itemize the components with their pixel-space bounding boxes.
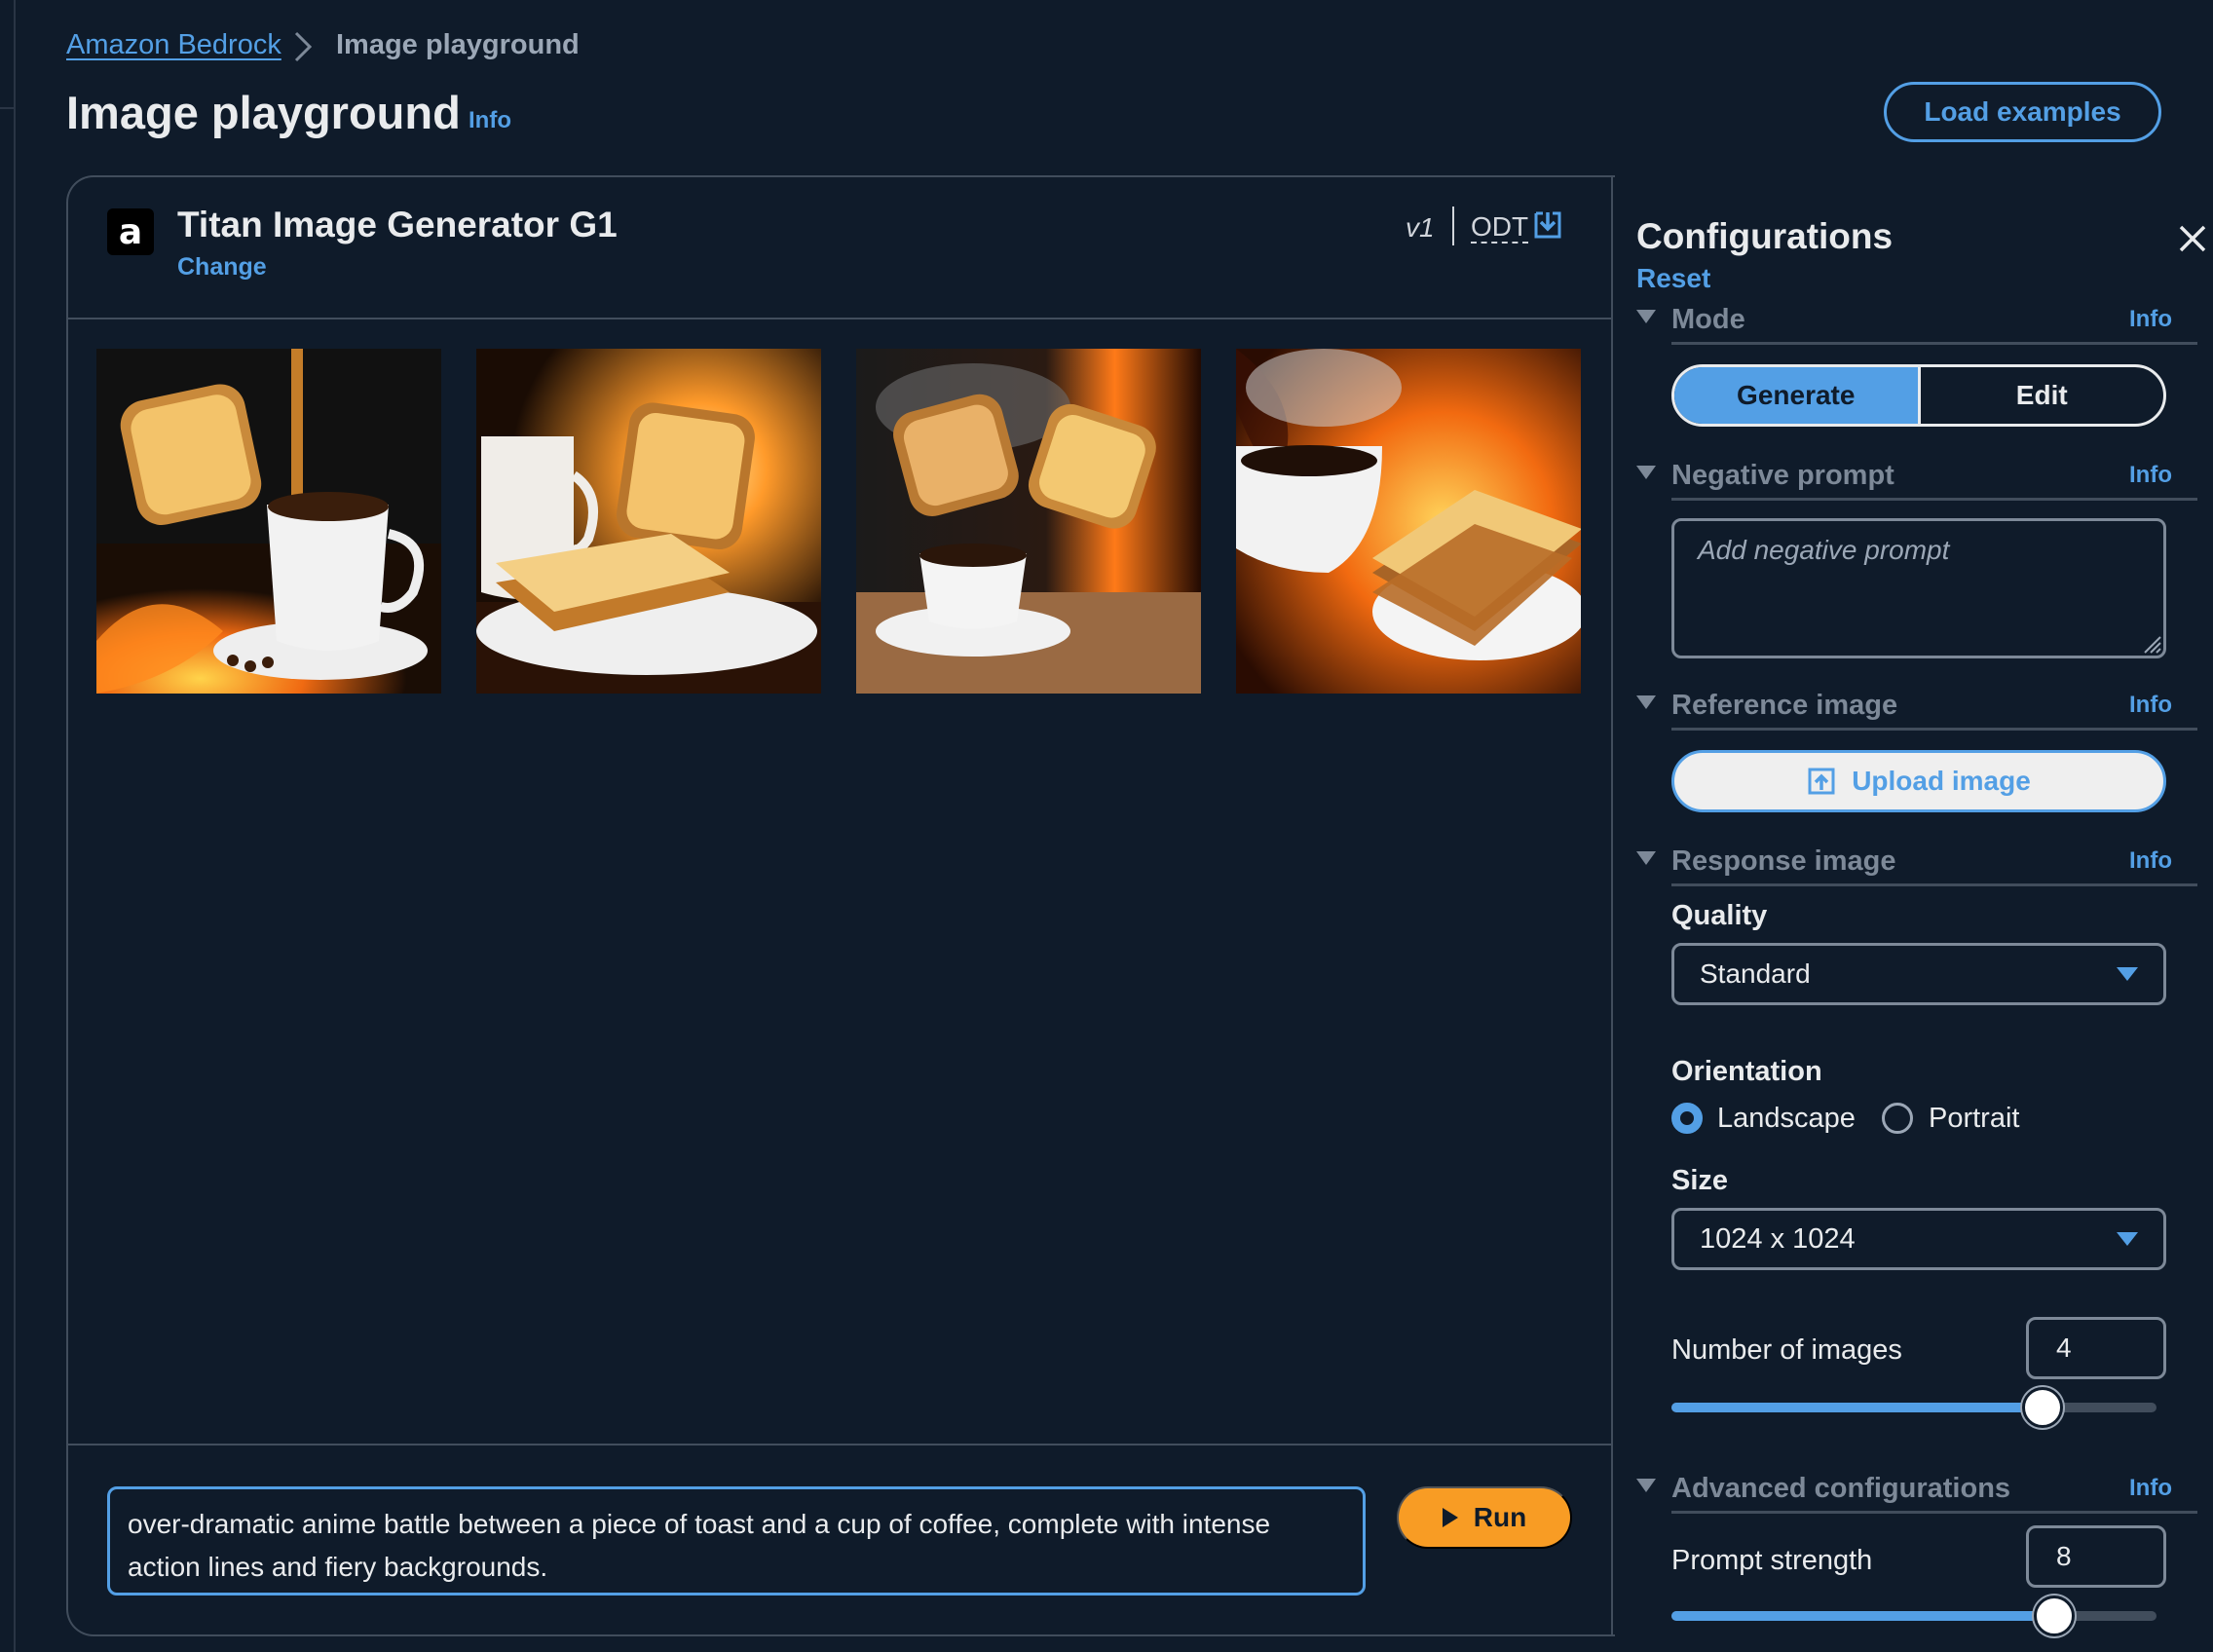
quality-value: Standard [1700,958,1811,989]
caret-down-icon [2117,1232,2138,1246]
caret-down-icon [1636,851,1656,865]
mode-edit-button[interactable]: Edit [1921,367,2164,424]
breadcrumb-amazon-bedrock[interactable]: Amazon Bedrock [66,29,281,61]
negative-prompt-section-header[interactable]: Negative prompt Info [1636,454,2197,501]
prompt-input[interactable]: over-dramatic anime battle between a pie… [107,1486,1366,1596]
breadcrumb-current: Image playground [336,29,580,60]
change-model-link[interactable]: Change [177,253,267,282]
left-nav-edge [0,0,16,1652]
model-name: Titan Image Generator G1 [177,205,618,244]
download-icon[interactable] [1533,210,1562,240]
generated-image-4[interactable] [1236,349,1581,694]
upload-image-label: Upload image [1852,766,2031,796]
slider-handle[interactable] [2034,1596,2075,1636]
reset-link[interactable]: Reset [1636,263,1710,294]
mode-label: Mode [1671,304,1745,335]
negative-prompt-field[interactable]: Add negative prompt [1671,518,2166,658]
generated-image-2[interactable] [476,349,821,694]
mode-section-header[interactable]: Mode Info [1636,298,2197,345]
slider-fill [1671,1403,2042,1412]
header-divider [68,318,1613,319]
quality-select[interactable]: Standard [1671,943,2166,1005]
upload-icon [1808,768,1835,795]
negative-prompt-label: Negative prompt [1671,460,1894,491]
section-underline [1671,728,2197,731]
landscape-radio[interactable] [1671,1103,1703,1134]
configurations-title: Configurations [1636,216,1894,256]
caret-down-icon [1636,1479,1656,1492]
version-divider [1452,206,1454,245]
caret-down-icon [2117,967,2138,981]
odt-label[interactable]: ODT [1471,212,1529,244]
generated-image-1[interactable] [96,349,441,694]
landscape-label[interactable]: Landscape [1717,1103,1856,1135]
slider-handle[interactable] [2022,1387,2063,1428]
mode-segmented-control: Generate Edit [1671,364,2166,427]
close-icon[interactable] [2178,224,2207,253]
run-button[interactable]: Run [1397,1486,1572,1549]
response-image-section-header[interactable]: Response image Info [1636,840,2197,886]
load-examples-button[interactable]: Load examples [1884,82,2161,142]
play-icon [1442,1508,1458,1527]
prompt-strength-label: Prompt strength [1671,1545,1873,1576]
size-value: 1024 x 1024 [1700,1222,1856,1255]
chevron-right-icon [294,31,313,62]
slider-fill [1671,1611,2051,1621]
prompt-divider [68,1444,1613,1446]
orientation-label: Orientation [1671,1056,1822,1087]
size-select[interactable]: 1024 x 1024 [1671,1208,2166,1270]
number-of-images-slider[interactable] [1671,1387,2157,1428]
advanced-configurations-label: Advanced configurations [1671,1473,2011,1504]
mode-info-link[interactable]: Info [2129,306,2172,333]
advanced-configurations-info-link[interactable]: Info [2129,1475,2172,1502]
upload-image-button[interactable]: Upload image [1671,750,2166,812]
section-underline [1671,1511,2197,1514]
generated-image-3[interactable] [856,349,1201,694]
resize-handle-icon[interactable] [2139,631,2162,655]
quality-label: Quality [1671,900,1768,931]
reference-image-label: Reference image [1671,690,1898,721]
size-label: Size [1671,1165,1729,1196]
model-version: v1 [1406,212,1435,243]
prompt-strength-input[interactable]: 8 [2026,1525,2166,1588]
caret-down-icon [1636,695,1656,709]
run-label: Run [1473,1502,1527,1532]
section-underline [1671,883,2197,886]
caret-down-icon [1636,466,1656,479]
portrait-label[interactable]: Portrait [1929,1103,2019,1135]
title-info-link[interactable]: Info [469,107,511,134]
caret-down-icon [1636,310,1656,323]
prompt-strength-slider[interactable] [1671,1596,2157,1636]
page-title: Image playground [66,87,461,138]
amazon-logo-icon: a [107,208,154,255]
number-of-images-input[interactable]: 4 [2026,1317,2166,1379]
reference-image-info-link[interactable]: Info [2129,692,2172,719]
response-image-label: Response image [1671,845,1896,877]
response-image-info-link[interactable]: Info [2129,847,2172,875]
portrait-radio[interactable] [1882,1103,1913,1134]
advanced-configurations-section-header[interactable]: Advanced configurations Info [1636,1467,2197,1514]
number-of-images-label: Number of images [1671,1334,1902,1366]
section-underline [1671,342,2197,345]
section-underline [1671,498,2197,501]
mode-generate-button[interactable]: Generate [1674,367,1921,424]
reference-image-section-header[interactable]: Reference image Info [1636,684,2197,731]
negative-prompt-info-link[interactable]: Info [2129,462,2172,489]
panel-divider [1611,175,1613,1636]
